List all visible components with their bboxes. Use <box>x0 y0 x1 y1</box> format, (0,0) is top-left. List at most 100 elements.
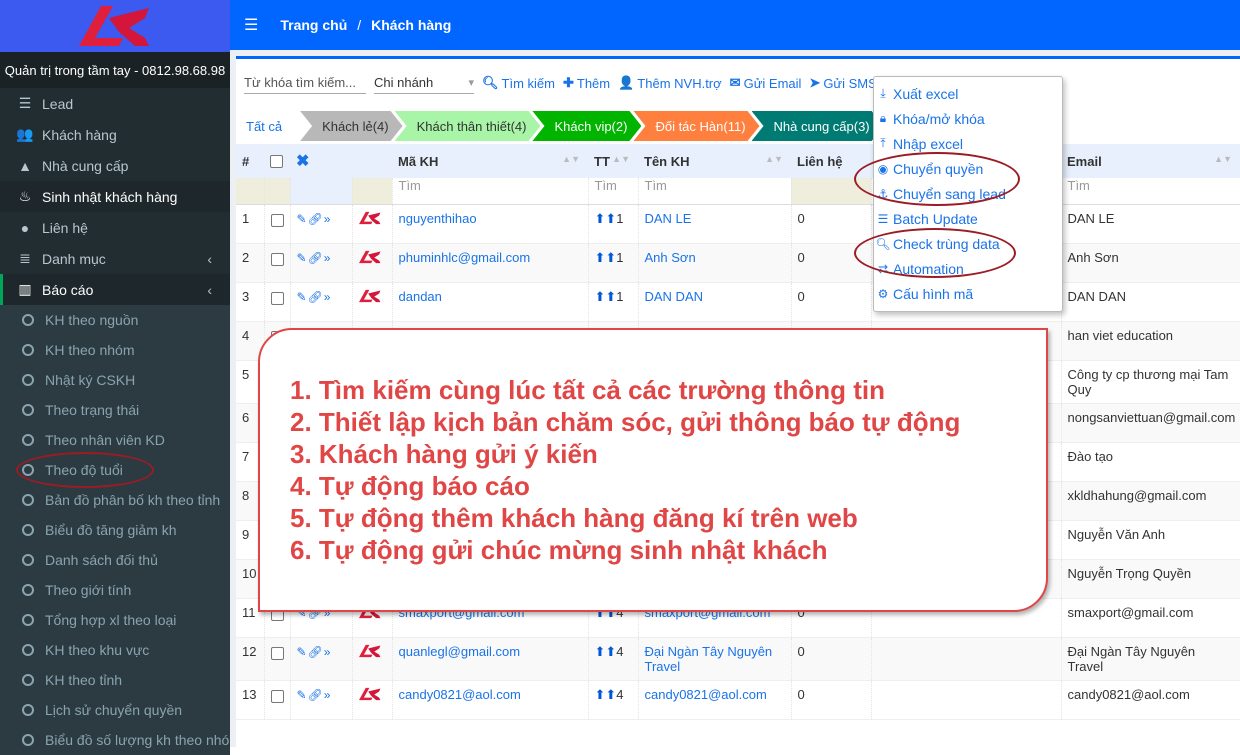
filter-name-input[interactable]: Tìm <box>638 178 792 205</box>
customer-code[interactable]: quanlegl@gmail.com <box>392 637 589 681</box>
branch-select[interactable]: Chi nhánh <box>374 72 474 94</box>
tab-customer-group[interactable]: Khách thân thiết(4) <box>395 111 541 141</box>
table-row[interactable]: 12 ✎🔗︎» quanlegl@gmail.com ⬆⬆4 Đại Ngàn Tây … <box>236 637 1240 681</box>
send-email-button[interactable]: ✉ Gửi Email <box>730 75 802 91</box>
report-item[interactable]: Theo giới tính <box>0 575 230 605</box>
menu-toggle-icon[interactable]: ☰ <box>244 15 258 35</box>
dropdown-item[interactable]: ◉ Chuyển quyền <box>874 156 1062 181</box>
tab-customer-group[interactable]: Tất cả <box>236 111 297 141</box>
link-icon[interactable]: 🔗︎ <box>308 212 324 226</box>
send-sms-button[interactable]: ➤ Gửi SMS <box>809 75 876 91</box>
report-item[interactable]: Biểu đồ số lượng kh theo nhóm <box>0 725 230 755</box>
sidebar-item-birthday[interactable]: ♨ Sinh nhật khách hàng <box>0 181 230 212</box>
link-icon[interactable]: 🔗︎ <box>308 688 324 702</box>
customer-name[interactable]: Đại Ngàn Tây Nguyên Travel <box>638 637 792 681</box>
expand-icon[interactable]: » <box>324 290 332 304</box>
tab-customer-group[interactable]: Nhà cung cấp(3) <box>752 111 884 141</box>
customer-name[interactable]: Anh Sơn <box>638 243 792 283</box>
breadcrumb-home[interactable]: Trang chủ <box>280 17 347 33</box>
report-item[interactable]: KH theo khu vực <box>0 635 230 665</box>
keyword-search-input[interactable]: Từ khóa tìm kiếm... <box>244 72 366 94</box>
report-item[interactable]: KH theo nhóm <box>0 335 230 365</box>
search-button[interactable]: 🔍︎ Tìm kiếm <box>482 75 555 91</box>
filter-tt-input[interactable]: Tìm <box>588 178 639 205</box>
customer-code[interactable]: candy0821@aol.com <box>392 680 589 720</box>
customer-name[interactable]: DAN LE <box>638 204 792 244</box>
col-tt[interactable]: TT ▲▼ <box>588 144 638 178</box>
report-item[interactable]: KH theo tỉnh <box>0 665 230 695</box>
row-actions[interactable]: ✎🔗︎» <box>290 204 353 244</box>
link-icon[interactable]: 🔗︎ <box>308 251 324 265</box>
logo[interactable] <box>0 0 230 52</box>
dropdown-item[interactable]: ⤓ Xuất excel <box>874 81 1062 106</box>
sidebar-item-categories[interactable]: ≣ Danh mục ‹ <box>0 243 230 274</box>
add-button[interactable]: ✚ Thêm <box>563 75 610 91</box>
row-actions[interactable]: ✎🔗︎» <box>290 243 353 283</box>
dropdown-item[interactable]: ⤒ Nhập excel <box>874 131 1062 156</box>
col-name[interactable]: Tên KH ▲▼ <box>638 144 791 178</box>
row-number: 1 <box>236 204 265 244</box>
table-row[interactable]: 13 ✎🔗︎» candy0821@aol.com ⬆⬆4 candy0821@aol.… <box>236 680 1240 720</box>
edit-icon[interactable]: ✎ <box>297 645 308 659</box>
tab-customer-group[interactable]: Khách vip(2) <box>532 111 641 141</box>
dropdown-item[interactable]: 🔒︎ Khóa/mở khóa <box>874 106 1062 131</box>
col-code[interactable]: Mã KH ▲▼ <box>392 144 588 178</box>
customer-name[interactable]: DAN DAN <box>638 282 792 322</box>
customer-name[interactable]: candy0821@aol.com <box>638 680 792 720</box>
dropdown-item[interactable]: ⚙ Cấu hình mã <box>874 281 1062 306</box>
sidebar-item-customers[interactable]: 👥 Khách hàng <box>0 119 230 150</box>
col-email[interactable]: Email ▲▼ <box>1061 144 1240 178</box>
dropdown-item[interactable]: 🔍︎ Check trùng data <box>874 231 1062 256</box>
expand-icon[interactable]: » <box>324 688 332 702</box>
report-item[interactable]: Nhật ký CSKH <box>0 365 230 395</box>
dropdown-item[interactable]: ☰ Batch Update <box>874 206 1062 231</box>
add-support-staff-button[interactable]: 👤 Thêm NVH.trợ <box>618 75 722 91</box>
link-icon[interactable]: 🔗︎ <box>308 645 324 659</box>
row-checkbox[interactable] <box>264 243 291 283</box>
customer-code[interactable]: phuminhlc@gmail.com <box>392 243 589 283</box>
table-row[interactable]: 3 ✎🔗︎» dandan ⬆⬆1 DAN DAN 0 DAN DAN <box>236 282 1240 322</box>
edit-icon[interactable]: ✎ <box>297 688 308 702</box>
report-item[interactable]: Theo độ tuổi <box>0 455 230 485</box>
expand-icon[interactable]: » <box>324 645 332 659</box>
report-item[interactable]: Lịch sử chuyển quyền <box>0 695 230 725</box>
tab-customer-group[interactable]: Đối tác Hàn(11) <box>633 111 759 141</box>
dropdown-item[interactable]: ⇄ Automation <box>874 256 1062 281</box>
sidebar-item-lead[interactable]: ☰ Lead <box>0 88 230 119</box>
edit-icon[interactable]: ✎ <box>297 251 308 265</box>
az-logo-icon <box>358 289 381 306</box>
report-item[interactable]: Biểu đồ tăng giảm kh <box>0 515 230 545</box>
row-actions[interactable]: ✎🔗︎» <box>290 637 353 681</box>
row-checkbox[interactable] <box>264 282 291 322</box>
row-checkbox[interactable] <box>264 680 291 720</box>
select-all-checkbox[interactable] <box>264 144 290 178</box>
tab-customer-group[interactable]: Khách lẻ(4) <box>300 111 402 141</box>
row-checkbox[interactable] <box>264 637 291 681</box>
sidebar-item-reports[interactable]: ▥ Báo cáo ‹ <box>0 274 230 305</box>
row-actions[interactable]: ✎🔗︎» <box>290 282 353 322</box>
clear-filter-icon[interactable]: ✖ <box>290 144 352 178</box>
customer-code[interactable]: dandan <box>392 282 589 322</box>
customer-code[interactable]: nguyenthihao <box>392 204 589 244</box>
edit-icon[interactable]: ✎ <box>297 290 308 304</box>
report-item[interactable]: Tổng hợp xl theo loại <box>0 605 230 635</box>
table-row[interactable]: 1 ✎🔗︎» nguyenthihao ⬆⬆1 DAN LE 0 DAN LE <box>236 204 1240 244</box>
sidebar-item-suppliers[interactable]: ▲ Nhà cung cấp <box>0 150 230 181</box>
expand-icon[interactable]: » <box>324 212 332 226</box>
chevron-left-icon: ‹ <box>207 281 212 298</box>
report-item[interactable]: Theo trạng thái <box>0 395 230 425</box>
sidebar-item-contacts[interactable]: ● Liên hệ <box>0 212 230 243</box>
row-actions[interactable]: ✎🔗︎» <box>290 680 353 720</box>
report-item[interactable]: Bản đồ phân bố kh theo tỉnh <box>0 485 230 515</box>
report-item[interactable]: Theo nhân viên KD <box>0 425 230 455</box>
dropdown-item[interactable]: ⚓︎ Chuyển sang lead <box>874 181 1062 206</box>
row-checkbox[interactable] <box>264 204 291 244</box>
report-item[interactable]: KH theo nguồn <box>0 305 230 335</box>
report-item[interactable]: Danh sách đối thủ <box>0 545 230 575</box>
table-row[interactable]: 2 ✎🔗︎» phuminhlc@gmail.com ⬆⬆1 Anh Sơn 0 Anh S… <box>236 243 1240 283</box>
edit-icon[interactable]: ✎ <box>297 212 308 226</box>
filter-code-input[interactable]: Tìm <box>392 178 589 205</box>
expand-icon[interactable]: » <box>324 251 332 265</box>
filter-email-input[interactable]: Tìm <box>1061 178 1240 205</box>
link-icon[interactable]: 🔗︎ <box>308 290 324 304</box>
